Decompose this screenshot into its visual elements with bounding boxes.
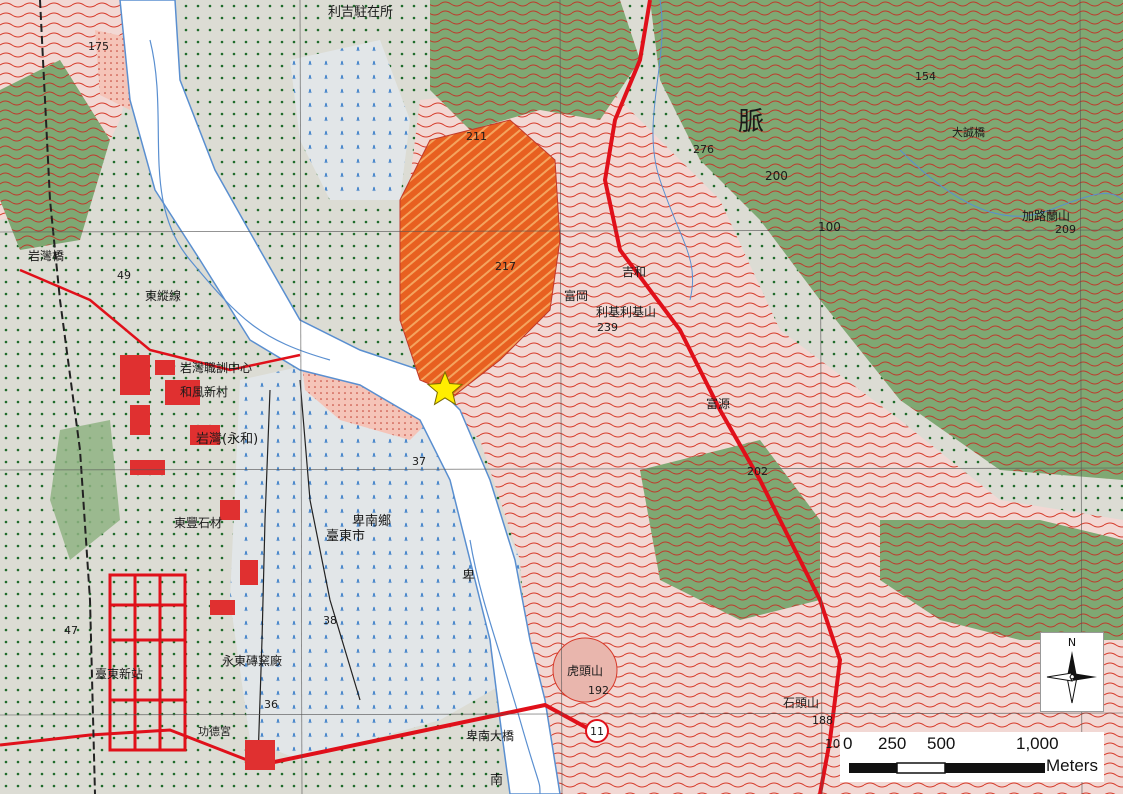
- scale-tick-250: 250: [878, 734, 907, 753]
- map-label-6: 276: [693, 143, 714, 156]
- map-label-43: 南: [490, 772, 503, 788]
- map-label-28: 38: [323, 614, 337, 627]
- map-label-38: 卑南大橋: [466, 728, 514, 743]
- map-label-7: 211: [466, 130, 487, 143]
- map-label-3: 154: [915, 70, 936, 83]
- map-label-35: 192: [588, 684, 609, 697]
- map-label-21: 岩灣(永和): [196, 432, 258, 447]
- map-label-34: 虎頭山: [567, 664, 603, 678]
- map-label-42: 卑: [462, 568, 475, 584]
- map-label-2: 175: [88, 40, 109, 53]
- map-label-36: 石頭山: [783, 696, 819, 710]
- map-label-4: 脈: [738, 107, 764, 137]
- north-arrow: N: [1040, 632, 1104, 712]
- map-label-18: 東縱線: [145, 288, 181, 303]
- scale-seg-1: [849, 763, 897, 773]
- map-label-12: 富源: [706, 396, 730, 411]
- map-label-32: 36: [264, 698, 278, 711]
- scale-seg-3: [945, 763, 1045, 773]
- scale-seg-2: [896, 762, 946, 774]
- north-arrow-e: [1072, 673, 1097, 681]
- map-label-16: 岩灣橋: [28, 248, 64, 263]
- map-label-33: 功德宮: [198, 724, 231, 738]
- map-label-27: 卑南鄉: [352, 513, 391, 529]
- map-label-17: 49: [117, 269, 131, 282]
- map-label-31: 臺東新站: [95, 666, 143, 681]
- map-label-11: 吉和: [622, 265, 646, 279]
- topographic-map[interactable]: 利吉駐在所 175 154 脈大誠橋 276 211 200 加路蘭山209 吉和富源 利基利基山…: [0, 0, 1123, 794]
- map-label-23: 富岡: [564, 288, 588, 303]
- north-arrow-w: [1046, 672, 1073, 682]
- map-label-37: 188: [812, 714, 833, 727]
- map-label-19: 岩灣職訓中心: [180, 360, 252, 375]
- map-label-29: 47: [64, 624, 78, 637]
- scale-tick-0: 0: [843, 734, 853, 753]
- map-label-41: 100: [818, 220, 841, 234]
- map-label-5: 大誠橋: [952, 125, 985, 139]
- map-label-13: 利基利基山: [596, 305, 656, 319]
- map-label-30: 永東磚窯廠: [222, 653, 282, 668]
- map-label-8: 200: [765, 169, 788, 183]
- map-label-10: 209: [1055, 223, 1076, 236]
- map-label-26: 臺東市: [326, 528, 365, 544]
- map-label-14: 239: [597, 321, 618, 334]
- map-label-20: 和風新村: [180, 384, 228, 399]
- scale-tick-1000: 1,000: [1016, 734, 1059, 753]
- north-label: N: [1068, 636, 1076, 649]
- map-label-15: 217: [495, 260, 516, 273]
- scale-tick-500: 500: [927, 734, 956, 753]
- map-label-1: 利吉駐在所: [328, 5, 393, 20]
- map-label-22: 37: [412, 455, 426, 468]
- map-label-9: 加路蘭山: [1022, 208, 1070, 223]
- scale-bar: 0 250 500 1,000 Meters: [840, 732, 1104, 782]
- scale-unit: Meters: [1046, 756, 1098, 775]
- map-label-39: 11: [590, 725, 604, 738]
- map-label-25: 東豐石材: [174, 516, 222, 530]
- map-label-24: 202: [747, 465, 768, 478]
